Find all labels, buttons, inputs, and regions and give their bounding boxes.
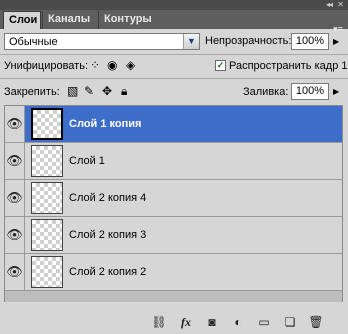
panel-menu-icon[interactable]: ▾≡ [331, 23, 345, 35]
tab-channels[interactable]: Каналы [42, 11, 98, 29]
eye-icon[interactable]: 👁︎ [5, 254, 25, 290]
eye-icon[interactable]: 👁︎ [5, 143, 25, 179]
layers-list: 👁︎ Слой 1 копия 👁︎ Слой 1 👁︎ Слой 2 копи… [4, 105, 343, 303]
propagate-checkbox[interactable]: ✓ [215, 60, 226, 71]
lock-move-icon[interactable]: ✥ [102, 84, 112, 98]
adjustment-layer-icon[interactable]: ◐ [230, 314, 246, 330]
tab-paths[interactable]: Контуры [98, 11, 160, 29]
fill-flyout-arrow-icon[interactable]: ▶ [333, 85, 339, 99]
layer-row[interactable]: 👁︎ Слой 2 копия 3 [5, 217, 342, 254]
eye-icon[interactable]: 👁︎ [5, 180, 25, 216]
opacity-flyout-arrow-icon[interactable]: ▶ [333, 35, 339, 49]
divider [0, 54, 348, 55]
blend-mode-select[interactable]: Обычные ▼ [4, 33, 200, 50]
unify-position-icon[interactable]: ⁘ [90, 58, 100, 72]
unify-label: Унифицировать: [4, 60, 89, 72]
lock-transparency-icon[interactable]: ▧ [67, 84, 78, 98]
close-icon[interactable]: ✕ [337, 0, 344, 10]
tab-layers[interactable]: Слои [3, 11, 41, 29]
layer-name: Слой 1 копия [69, 118, 142, 130]
chevron-down-icon[interactable]: ▼ [183, 34, 199, 49]
new-group-icon[interactable]: ▭ [256, 314, 272, 330]
blend-mode-value: Обычные [9, 36, 58, 48]
propagate-label: Распространить кадр 1 [229, 60, 348, 72]
trash-icon[interactable]: 🗑︎ [308, 314, 324, 330]
panel-top-strip [0, 0, 348, 10]
tab-bar: Слои Каналы Контуры ▾≡ [0, 10, 348, 34]
fill-label: Заливка: [243, 86, 289, 98]
layer-name: Слой 1 [69, 155, 105, 167]
layer-name: Слой 2 копия 3 [69, 229, 147, 241]
fx-icon[interactable]: fx [176, 314, 196, 330]
eye-icon[interactable]: 👁︎ [5, 217, 25, 253]
layer-name: Слой 2 копия 4 [69, 192, 147, 204]
layer-row[interactable]: 👁︎ Слой 2 копия 2 [5, 254, 342, 291]
lock-all-icon[interactable]: 🔒︎ [121, 84, 127, 98]
layer-thumbnail [31, 219, 63, 251]
layer-row[interactable]: 👁︎ Слой 2 копия 4 [5, 180, 342, 217]
layer-thumbnail [31, 256, 63, 288]
fill-field[interactable]: 100% [291, 83, 329, 100]
layer-thumbnail [31, 108, 63, 140]
layer-thumbnail [31, 145, 63, 177]
layer-mask-icon[interactable]: ◙ [204, 314, 220, 330]
layer-name: Слой 2 копия 2 [69, 266, 147, 278]
link-layers-icon[interactable]: ⛓ [150, 314, 168, 330]
layer-row[interactable]: 👁︎ Слой 1 копия [5, 106, 342, 143]
opacity-label: Непрозрачность: [205, 35, 292, 47]
panel-gap [0, 302, 348, 310]
opacity-field[interactable]: 100% [291, 33, 329, 50]
divider [0, 78, 348, 79]
collapse-icon[interactable]: ◂◂ [326, 0, 333, 10]
layer-row[interactable]: 👁︎ Слой 1 [5, 143, 342, 180]
new-layer-icon[interactable]: ❏ [282, 314, 298, 330]
lock-label: Закрепить: [4, 86, 60, 98]
lock-brush-icon[interactable]: ✎ [84, 84, 94, 98]
unify-visibility-icon[interactable]: ◉ [107, 58, 117, 72]
unify-style-icon[interactable]: ◈ [126, 58, 135, 72]
bottom-toolbar: ⛓ fx ◙ ◐ ▭ ❏ 🗑︎ [0, 310, 348, 334]
eye-icon[interactable]: 👁︎ [5, 106, 25, 142]
layer-thumbnail [31, 182, 63, 214]
